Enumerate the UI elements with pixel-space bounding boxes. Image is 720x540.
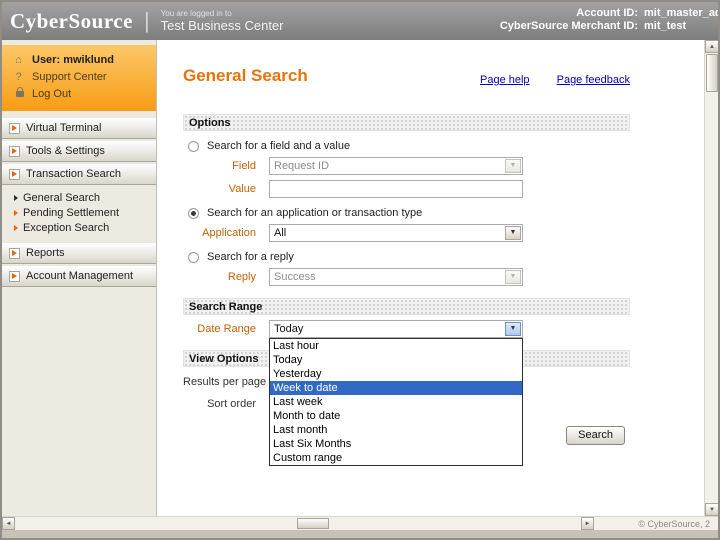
scroll-right-icon[interactable] [581,517,594,530]
sidebar-item-account-management[interactable]: Account Management [2,265,156,287]
arrow-box-icon [9,146,20,157]
account-id-label: Account ID: [500,7,638,19]
page-help-link[interactable]: Page help [480,74,530,86]
date-option[interactable]: Last hour [270,339,522,353]
date-option[interactable]: Month to date [270,409,522,423]
results-per-page-label: Results per page [183,376,269,388]
radio-application-type[interactable] [188,208,199,219]
support-icon: ? [12,72,25,83]
sidebar-item-support-center[interactable]: ? Support Center [2,69,156,86]
radio-field-value-label: Search for a field and a value [207,140,350,152]
chevron-down-icon[interactable] [505,270,521,284]
account-info: Account ID: mit_master_ad CyberSource Me… [500,7,718,32]
horizontal-scroll-thumb[interactable] [297,518,329,529]
arrow-box-icon [9,271,20,282]
sidebar-item-log-out[interactable]: Log Out [2,86,156,103]
chevron-right-icon [14,195,18,201]
vertical-scrollbar[interactable] [704,40,718,516]
date-range-dropdown: Last hour Today Yesterday Week to date L… [269,338,523,466]
sidebar-item-exception-search[interactable]: Exception Search [2,220,156,235]
cybersource-logo: CyberSource [10,9,133,34]
scroll-down-icon[interactable] [705,503,719,516]
arrow-box-icon [9,123,20,134]
user-block: ⌂ User: mwiklund ? Support Center Log Ou… [2,45,156,111]
radio-reply-label: Search for a reply [207,251,294,263]
copyright-text: © CyberSource, 2 [638,519,710,529]
radio-application-type-label: Search for an application or transaction… [207,207,422,219]
date-option[interactable]: Yesterday [270,367,522,381]
radio-field-value[interactable] [188,141,199,152]
page-title: General Search [183,66,308,86]
application-select[interactable]: All [269,224,523,242]
page-feedback-link[interactable]: Page feedback [557,74,630,86]
chevron-down-icon[interactable] [505,322,521,336]
reply-select[interactable]: Success [269,268,523,286]
sidebar: ⌂ User: mwiklund ? Support Center Log Ou… [2,40,157,516]
logged-in-caption: You are logged in to [161,9,284,18]
sidebar-item-reports[interactable]: Reports [2,242,156,264]
logged-in-block: You are logged in to Test Business Cente… [161,9,284,33]
options-section-header: Options [183,114,630,131]
vertical-scroll-thumb[interactable] [706,54,718,92]
sort-order-label: Sort order [183,398,269,410]
support-center-label: Support Center [32,71,107,83]
sidebar-menu: Virtual Terminal Tools & Settings Transa… [2,117,156,287]
date-option[interactable]: Custom range [270,451,522,465]
window-bottom-edge [2,530,718,538]
app-header: CyberSource | You are logged in to Test … [2,2,718,40]
chevron-down-icon[interactable] [505,159,521,173]
merchant-id-label: CyberSource Merchant ID: [500,20,638,32]
field-label: Field [183,160,269,172]
date-option[interactable]: Today [270,353,522,367]
radio-reply[interactable] [188,252,199,263]
horizontal-scrollbar[interactable]: © CyberSource, 2 [2,516,718,530]
merchant-id-value: mit_test [644,20,718,32]
search-button[interactable]: Search [566,426,625,445]
date-option[interactable]: Last week [270,395,522,409]
lock-icon [12,89,25,100]
browser-window: CyberSource | You are logged in to Test … [0,0,720,540]
date-option[interactable]: Last month [270,423,522,437]
date-range-select[interactable]: Today [269,320,523,338]
user-row: ⌂ User: mwiklund [2,52,156,69]
arrow-box-icon [9,169,20,180]
help-links: Page help Page feedback [456,74,630,86]
scroll-left-icon[interactable] [2,517,15,530]
main-content: General Search Page help Page feedback O… [158,40,704,516]
logo-separator: | [144,8,150,34]
transaction-search-submenu: General Search Pending Settlement Except… [2,186,156,242]
home-icon: ⌂ [12,55,25,66]
log-out-label: Log Out [32,88,71,100]
date-option[interactable]: Last Six Months [270,437,522,451]
value-input[interactable] [269,180,523,198]
field-select[interactable]: Request ID [269,157,523,175]
user-label: User: mwiklund [32,54,114,66]
reply-label: Reply [183,271,269,283]
date-option[interactable]: Week to date [270,381,522,395]
chevron-right-icon [14,210,18,216]
sidebar-item-tools-settings[interactable]: Tools & Settings [2,140,156,162]
arrow-box-icon [9,248,20,259]
account-id-value: mit_master_ad [644,7,718,19]
chevron-down-icon[interactable] [505,226,521,240]
sidebar-item-pending-settlement[interactable]: Pending Settlement [2,205,156,220]
search-range-section-header: Search Range [183,298,630,315]
page-body: ⌂ User: mwiklund ? Support Center Log Ou… [2,40,704,516]
chevron-right-icon [14,225,18,231]
scroll-up-icon[interactable] [705,40,719,53]
date-range-label: Date Range [183,323,269,335]
sidebar-item-general-search[interactable]: General Search [2,190,156,205]
value-label: Value [183,183,269,195]
sidebar-item-transaction-search[interactable]: Transaction Search [2,163,156,185]
application-label: Application [183,227,269,239]
business-center-title: Test Business Center [161,18,284,33]
sidebar-item-virtual-terminal[interactable]: Virtual Terminal [2,117,156,139]
